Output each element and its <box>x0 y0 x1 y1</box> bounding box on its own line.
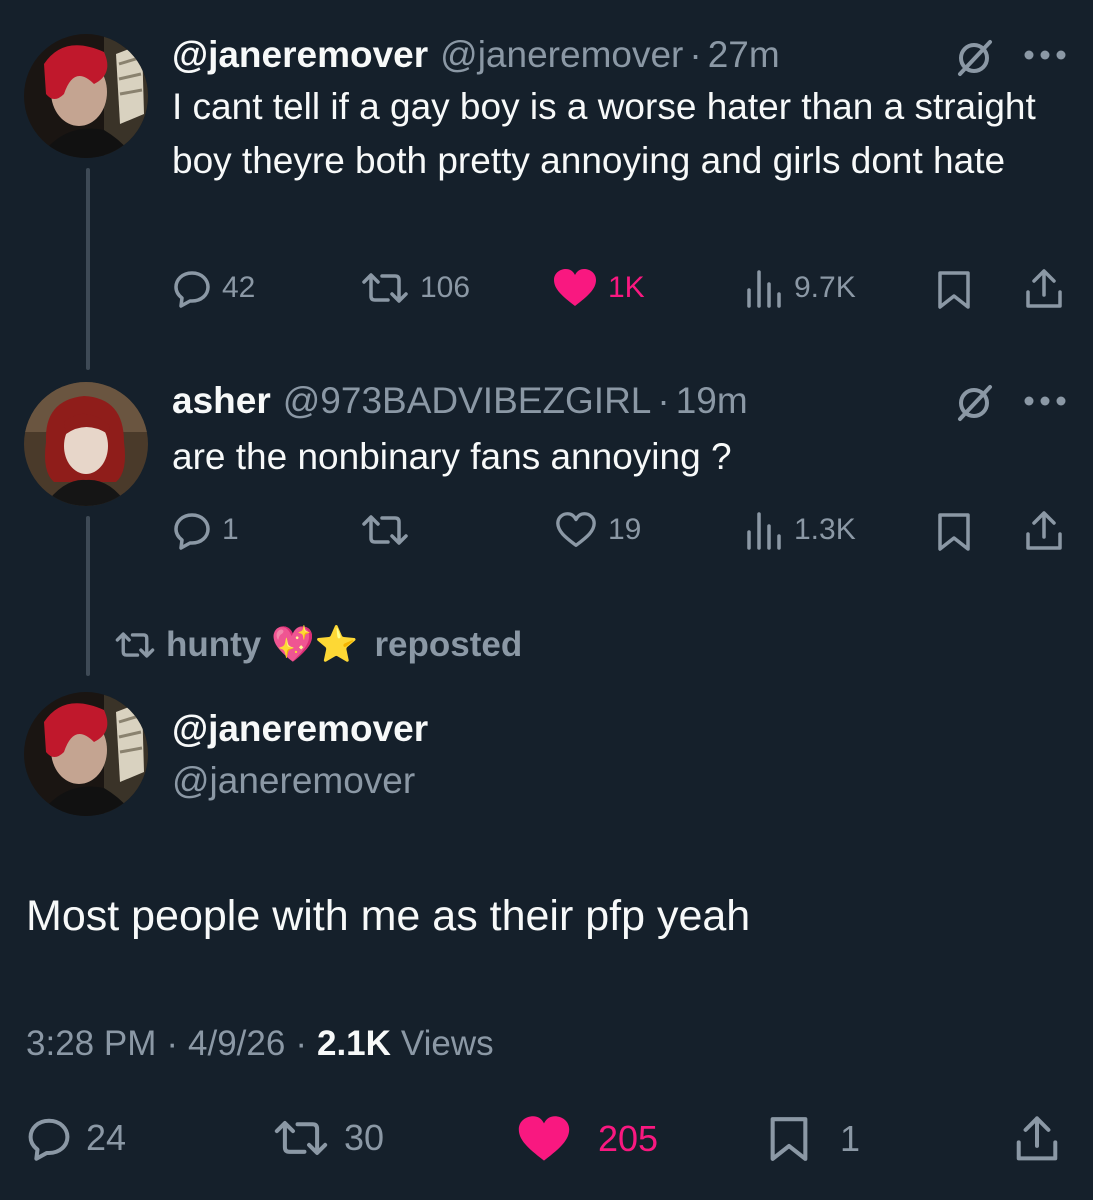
heart-icon <box>554 269 596 306</box>
separator: · <box>166 1024 179 1063</box>
handle[interactable]: @janeremover <box>172 760 415 802</box>
reply-count: 24 <box>86 1117 127 1158</box>
share-icon <box>1026 511 1062 550</box>
tweet-text: are the nonbinary fans annoying ? <box>172 436 732 477</box>
avatar-asher[interactable] <box>24 382 148 506</box>
like-count: 19 <box>608 513 642 546</box>
share-icon <box>1026 269 1062 308</box>
share-button[interactable] <box>1024 268 1064 315</box>
bookmark-count: 1 <box>840 1118 861 1159</box>
like-button[interactable]: 19 <box>554 510 641 550</box>
separator: · <box>295 1024 307 1063</box>
reply-button[interactable]: 24 <box>26 1115 126 1161</box>
bookmark-button[interactable]: 1 <box>768 1115 860 1163</box>
no-grok-icon[interactable] <box>952 36 996 85</box>
reply-icon <box>174 513 210 550</box>
repost-count: 30 <box>344 1117 385 1158</box>
tweet-text: I cant tell if a gay boy is a worse hate… <box>172 86 1036 181</box>
repost-count: 106 <box>420 271 471 304</box>
share-button[interactable] <box>1014 1115 1060 1168</box>
tweet-date[interactable]: 4/9/26 <box>188 1024 285 1064</box>
views-count: 2.1K <box>316 1024 391 1063</box>
like-button[interactable]: 1K <box>552 268 645 308</box>
views-button[interactable]: 9.7K <box>744 268 856 308</box>
tweet-time[interactable]: 3:28 PM <box>26 1024 156 1064</box>
reply-count: 42 <box>222 271 256 304</box>
thread-connector <box>86 516 90 676</box>
reposter-name[interactable]: hunty <box>166 625 261 665</box>
heart-icon <box>518 1116 570 1161</box>
display-name[interactable]: @janeremover <box>172 708 428 750</box>
views-icon <box>747 270 781 308</box>
bookmark-icon <box>770 1117 808 1161</box>
no-grok-icon[interactable] <box>952 381 996 430</box>
timestamp[interactable]: 27m <box>708 34 780 76</box>
reply-count: 1 <box>222 513 239 546</box>
tweet1-header: @janeremover @janeremover · 27m <box>172 34 780 76</box>
bookmark-button[interactable] <box>936 270 972 315</box>
views-count: 1.3K <box>794 513 856 546</box>
bookmark-icon <box>938 271 970 309</box>
display-name[interactable]: asher <box>172 380 271 422</box>
repost-icon <box>362 515 408 545</box>
repost-banner[interactable]: hunty 💖⭐ reposted <box>114 624 522 665</box>
reposted-label: reposted <box>374 624 523 664</box>
repost-icon <box>115 631 155 658</box>
more-icon[interactable] <box>1022 394 1068 413</box>
heart-icon <box>556 512 596 547</box>
share-button[interactable] <box>1024 510 1064 557</box>
like-button[interactable]: 205 <box>516 1115 658 1163</box>
views-icon <box>747 512 781 550</box>
views-button[interactable]: 1.3K <box>744 510 856 550</box>
tweet-meta: 3:28 PM · 4/9/26 · 2.1K Views <box>26 1024 494 1064</box>
repost-button[interactable] <box>360 510 420 550</box>
tweet-text: Most people with me as their pfp yeah <box>26 892 751 940</box>
reply-icon <box>174 271 210 308</box>
thread-connector <box>86 168 90 370</box>
handle[interactable]: @973BADVIBEZGIRL <box>283 380 652 422</box>
reply-button[interactable]: 1 <box>172 510 239 550</box>
avatar-janeremover[interactable] <box>24 692 148 816</box>
repost-button[interactable]: 30 <box>272 1115 384 1161</box>
avatar-janeremover[interactable] <box>24 34 148 158</box>
repost-button[interactable]: 106 <box>360 268 470 308</box>
views-count: 9.7K <box>794 271 856 304</box>
separator: · <box>657 380 670 421</box>
separator: · <box>689 34 702 75</box>
bookmark-icon <box>938 513 970 551</box>
reply-icon <box>28 1118 70 1161</box>
tweet2-header: asher @973BADVIBEZGIRL · 19m <box>172 380 748 422</box>
reposter-emojis: 💖⭐ <box>271 625 359 664</box>
reply-button[interactable]: 42 <box>172 268 255 308</box>
share-icon <box>1016 1116 1058 1161</box>
like-count: 205 <box>598 1118 659 1159</box>
repost-icon <box>274 1121 328 1155</box>
bookmark-button[interactable] <box>936 512 972 557</box>
handle[interactable]: @janeremover <box>440 34 683 76</box>
timestamp[interactable]: 19m <box>676 380 748 422</box>
more-icon[interactable] <box>1022 48 1068 67</box>
repost-icon <box>362 273 408 303</box>
display-name[interactable]: @janeremover <box>172 34 428 76</box>
like-count: 1K <box>608 271 645 304</box>
views-label: Views <box>400 1024 494 1063</box>
